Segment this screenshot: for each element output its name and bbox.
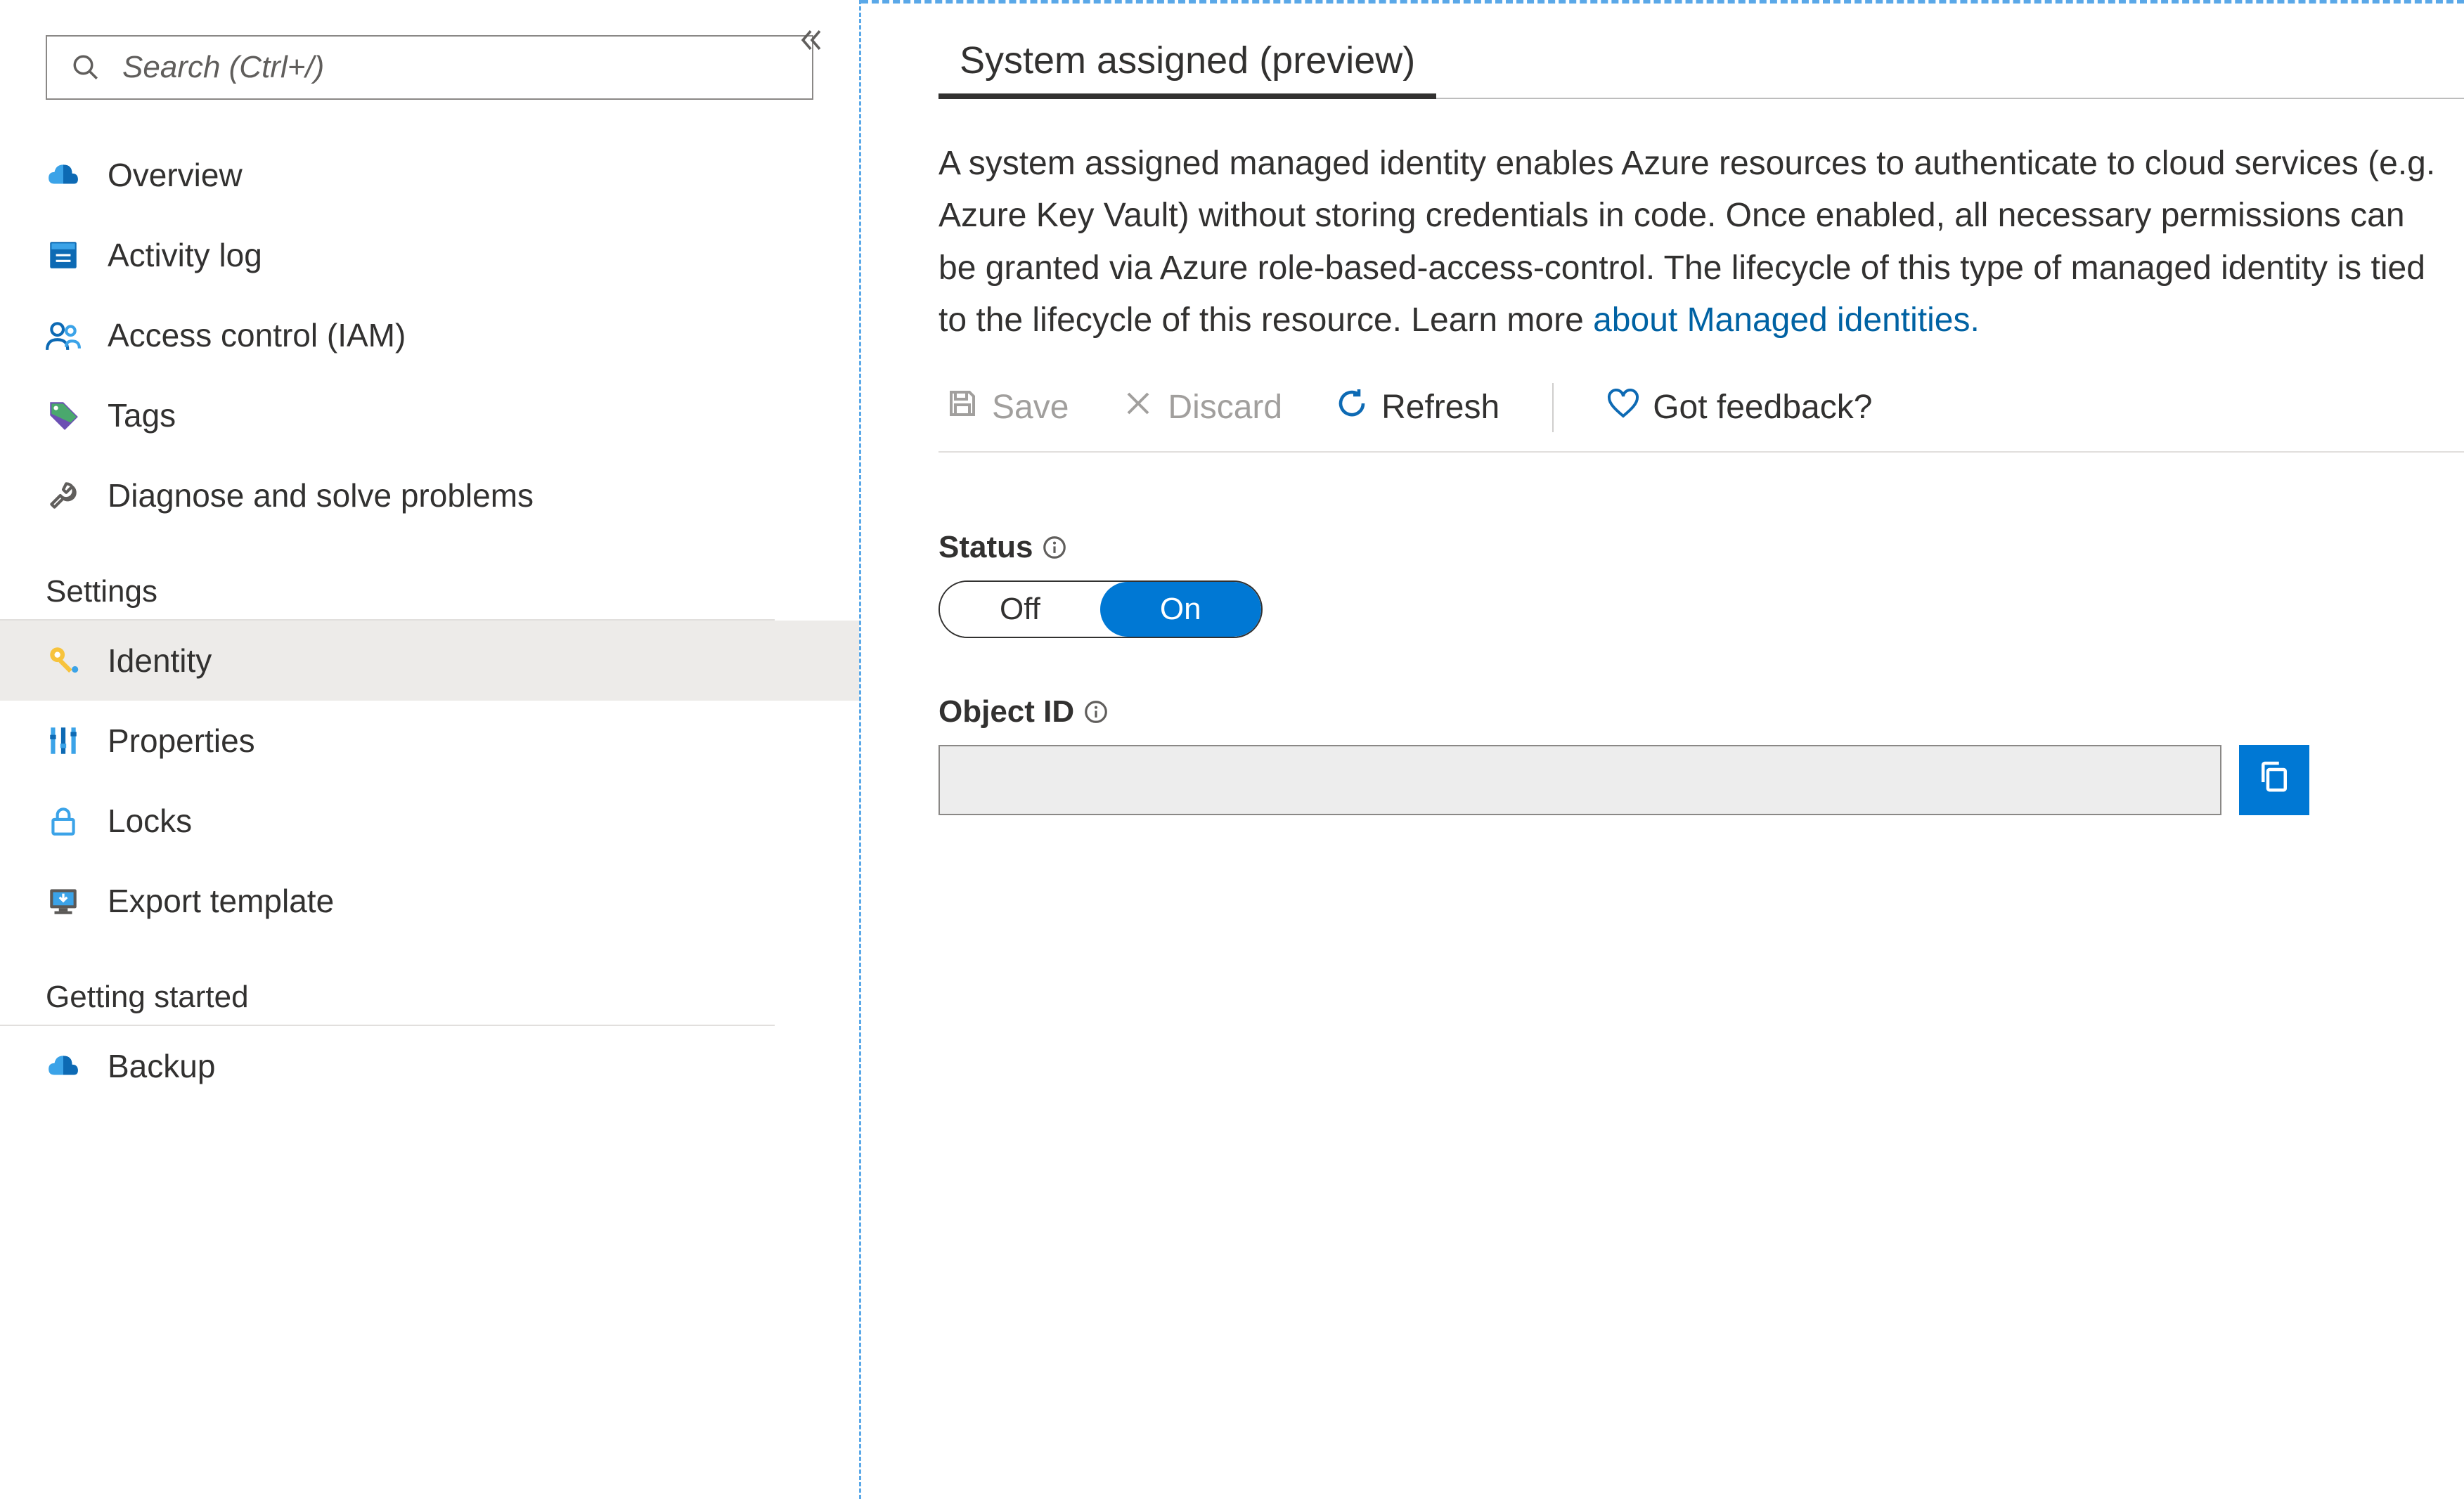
discard-label: Discard [1168,388,1282,427]
sidebar-item-diagnose-and-solve-problems[interactable]: Diagnose and solve problems [0,455,859,536]
sidebar-item-label: Overview [108,156,243,194]
app-root: Overview Activity log Access control (IAM)… [0,0,2464,1499]
log-icon [46,238,81,273]
sidebar-item-label: Access control (IAM) [108,316,406,354]
save-button[interactable]: Save [938,382,1076,433]
download-icon [46,883,81,919]
sliders-icon [46,723,81,758]
search-box[interactable] [46,35,813,100]
sidebar-item-label: Activity log [108,236,262,274]
search-input[interactable] [121,49,791,86]
sidebar-item-tags[interactable]: Tags [0,375,859,455]
sidebar-item-overview[interactable]: Overview [0,135,859,215]
refresh-button[interactable]: Refresh [1328,382,1507,433]
people-icon [46,318,81,353]
status-on-option[interactable]: On [1100,582,1261,637]
discard-icon [1121,387,1155,429]
discard-button[interactable]: Discard [1114,382,1289,433]
sidebar-item-label: Diagnose and solve problems [108,476,534,514]
key-icon [46,643,81,678]
sidebar-item-export-template[interactable]: Export template [0,861,859,941]
sidebar-item-properties[interactable]: Properties [0,701,859,781]
status-label-row: Status [938,530,2464,565]
info-icon[interactable] [1083,699,1109,725]
toolbar: Save Discard Refresh Got feedback? [938,382,2464,453]
sidebar-item-locks[interactable]: Locks [0,781,859,861]
sidebar-item-label: Locks [108,802,192,840]
sidebar-group-getting-started: Getting started [0,941,775,1026]
feedback-button[interactable]: Got feedback? [1599,382,1879,433]
copy-icon [2255,757,2293,803]
cloud-icon [46,157,81,193]
lock-icon [46,803,81,838]
learn-more-link[interactable]: about Managed identities. [1593,301,1980,339]
status-off-option[interactable]: Off [940,582,1100,637]
main-pane: System assigned (preview) A system assig… [861,0,2464,1499]
sidebar-item-label: Properties [108,722,255,760]
sidebar-item-label: Identity [108,642,212,680]
sidebar-scroll[interactable]: Overview Activity log Access control (IAM)… [0,135,859,1472]
sidebar-item-access-control-iam[interactable]: Access control (IAM) [0,295,859,375]
objectid-label-row: Object ID [938,694,2464,729]
identity-description: A system assigned managed identity enabl… [938,138,2450,347]
tag-icon [46,398,81,433]
status-toggle[interactable]: Off On [938,580,1263,638]
sidebar: Overview Activity log Access control (IAM)… [0,0,861,1499]
tab-system-assigned-preview[interactable]: System assigned (preview) [938,32,1436,98]
feedback-label: Got feedback? [1653,388,1872,427]
collapse-sidebar-button[interactable] [796,25,827,63]
objectid-label: Object ID [938,694,1074,729]
info-icon[interactable] [1041,534,1068,561]
heart-icon [1606,387,1640,429]
sidebar-item-label: Tags [108,396,176,434]
refresh-icon [1335,387,1369,429]
copy-button[interactable] [2239,745,2309,815]
sidebar-item-label: Backup [108,1047,215,1085]
refresh-label: Refresh [1381,388,1499,427]
tabs: System assigned (preview) [938,32,2464,99]
toolbar-divider [1552,383,1554,432]
sidebar-item-activity-log[interactable]: Activity log [0,215,859,295]
sidebar-item-identity[interactable]: Identity [0,621,859,701]
save-label: Save [992,388,1069,427]
search-icon [68,50,103,85]
sidebar-group-settings: Settings [0,536,775,621]
save-icon [946,387,979,429]
sidebar-item-label: Export template [108,882,334,920]
wrench-icon [46,478,81,513]
objectid-field[interactable] [938,745,2221,815]
sidebar-item-backup[interactable]: Backup [0,1026,859,1106]
cloud-icon [46,1049,81,1084]
status-label: Status [938,530,1033,565]
